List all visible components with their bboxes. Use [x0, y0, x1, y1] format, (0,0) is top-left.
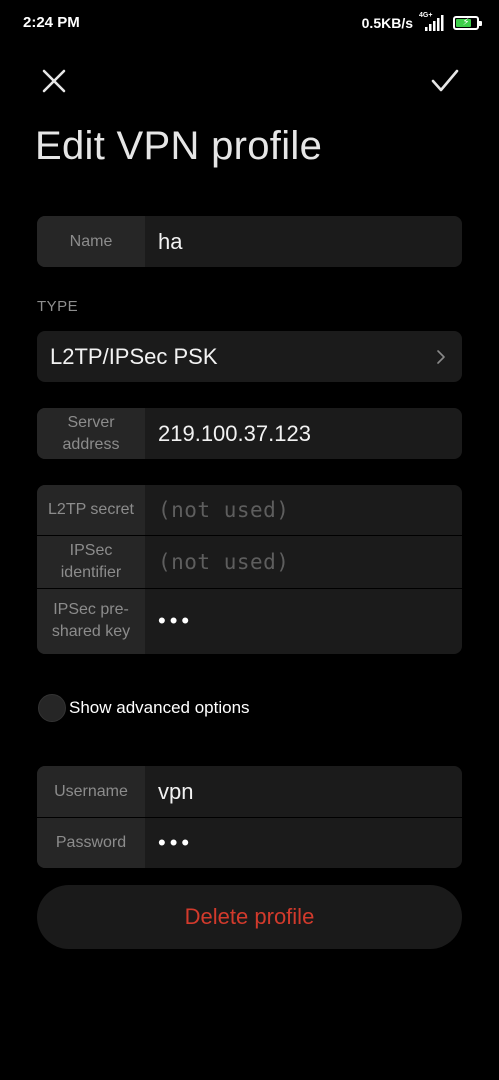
username-row[interactable]: Username vpn: [37, 766, 462, 817]
l2tp-secret-row[interactable]: L2TP secret (not used): [37, 485, 462, 535]
server-card: Server address 219.100.37.123: [37, 408, 462, 459]
network-speed: 0.5KB/s: [361, 15, 413, 31]
network-type-label: 4G+: [419, 12, 433, 19]
l2tp-secret-input[interactable]: (not used): [145, 485, 462, 535]
status-bar: 2:24 PM 0.5KB/s 4G+ ⚡: [0, 0, 499, 46]
ipsec-psk-row[interactable]: IPSec pre-shared key •••: [37, 588, 462, 654]
status-indicators: 0.5KB/s 4G+ ⚡: [361, 12, 482, 33]
ipsec-psk-input[interactable]: •••: [145, 588, 462, 654]
username-label: Username: [37, 766, 145, 817]
vpn-edit-screen: 2:24 PM 0.5KB/s 4G+ ⚡ Edit VPN profile N…: [0, 0, 499, 1080]
chevron-right-icon: [437, 349, 445, 364]
ipsec-psk-label: IPSec pre-shared key: [37, 588, 145, 654]
name-input[interactable]: ha: [145, 216, 462, 267]
checkmark-icon: [431, 69, 459, 92]
vpn-type-value: L2TP/IPSec PSK: [50, 343, 218, 369]
advanced-checkbox[interactable]: [38, 694, 66, 722]
close-button[interactable]: [32, 59, 76, 103]
show-advanced-toggle[interactable]: Show advanced options: [38, 694, 250, 722]
password-input[interactable]: •••: [145, 817, 462, 868]
type-section-label: TYPE: [37, 298, 79, 315]
ipsec-identifier-row[interactable]: IPSec identifier (not used): [37, 535, 462, 588]
name-row[interactable]: Name ha: [37, 216, 462, 267]
server-address-label: Server address: [37, 408, 145, 459]
save-button[interactable]: [423, 59, 467, 103]
username-input[interactable]: vpn: [145, 766, 462, 817]
server-row[interactable]: Server address 219.100.37.123: [37, 408, 462, 459]
status-time: 2:24 PM: [23, 14, 80, 31]
type-card: L2TP/IPSec PSK: [37, 331, 462, 382]
ipsec-card: L2TP secret (not used) IPSec identifier …: [37, 485, 462, 654]
delete-profile-label: Delete profile: [184, 904, 315, 929]
name-card: Name ha: [37, 216, 462, 267]
close-icon: [42, 69, 66, 93]
credentials-card: Username vpn Password •••: [37, 766, 462, 868]
password-label: Password: [37, 817, 145, 868]
ipsec-identifier-input[interactable]: (not used): [145, 535, 462, 588]
password-row[interactable]: Password •••: [37, 817, 462, 868]
signal-icon: 4G+: [419, 12, 447, 33]
ipsec-identifier-label: IPSec identifier: [37, 535, 145, 588]
name-label: Name: [37, 216, 145, 267]
battery-charging-icon: ⚡: [453, 16, 482, 30]
advanced-label: Show advanced options: [69, 698, 250, 717]
server-address-input[interactable]: 219.100.37.123: [145, 408, 462, 459]
vpn-type-selector[interactable]: L2TP/IPSec PSK: [37, 331, 462, 382]
l2tp-secret-label: L2TP secret: [37, 485, 145, 535]
delete-profile-button[interactable]: Delete profile: [37, 885, 462, 949]
page-title: Edit VPN profile: [35, 124, 323, 168]
